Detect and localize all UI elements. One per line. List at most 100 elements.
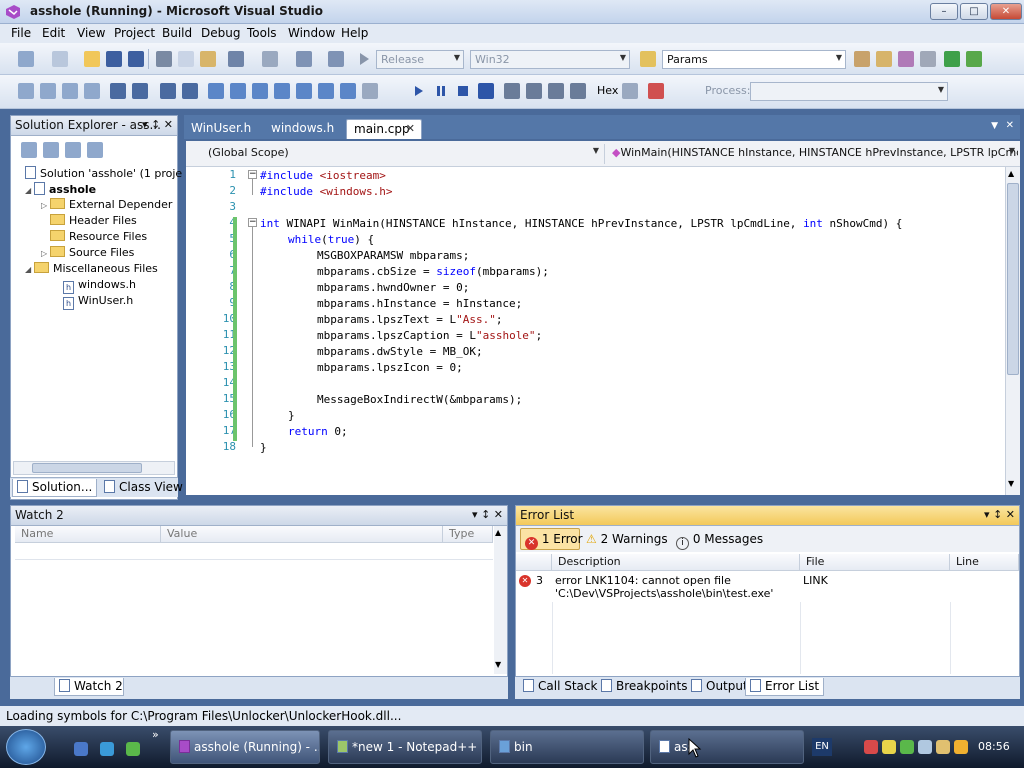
navigate-backward-icon[interactable]	[296, 51, 312, 67]
parameter-info-icon[interactable]	[62, 83, 78, 99]
taskbar-button-visual-studio[interactable]: asshole (Running) - ...	[170, 730, 320, 764]
member-dropdown[interactable]: ◆WinMain(HINSTANCE hInstance, HINSTANCE …	[608, 144, 1018, 163]
menu-view[interactable]: View	[77, 26, 105, 40]
new-project-icon[interactable]	[18, 51, 34, 67]
code-editor[interactable]: 123456789101112131415161718 − − #include…	[186, 167, 1020, 495]
tab-main-cpp[interactable]: main.cpp ✕	[346, 119, 422, 139]
uncomment-icon[interactable]	[182, 83, 198, 99]
tree-item-windows-h[interactable]: h windows.h	[63, 278, 136, 294]
taskbar-button-asshole[interactable]: ass	[650, 730, 804, 764]
column-header-name[interactable]: Name	[15, 526, 161, 543]
bookmark-next-folder-icon[interactable]	[318, 83, 334, 99]
messages-filter-button[interactable]: i 0 Messages	[676, 532, 763, 550]
menu-build[interactable]: Build	[162, 26, 192, 40]
panel-pin-close-controls[interactable]: ▾ ↕ ✕	[142, 118, 173, 131]
increase-indent-icon[interactable]	[132, 83, 148, 99]
start-debugging-icon[interactable]	[358, 52, 370, 66]
quick-launch-overflow-icon[interactable]: »	[152, 728, 159, 741]
taskbar-button-notepad[interactable]: *new 1 - Notepad++	[328, 730, 482, 764]
restart-icon[interactable]	[478, 83, 494, 99]
show-desktop-icon[interactable]	[74, 742, 88, 756]
step-over-icon[interactable]	[548, 83, 564, 99]
save-icon[interactable]	[106, 51, 122, 67]
comment-icon[interactable]	[160, 83, 176, 99]
properties-icon[interactable]	[876, 51, 892, 67]
outline-collapse-icon[interactable]: −	[248, 218, 257, 227]
tree-item-header-files[interactable]: Header Files	[50, 214, 137, 230]
scrollbar-thumb[interactable]	[1007, 183, 1019, 375]
tree-item-resource-files[interactable]: Resource Files	[50, 230, 147, 246]
open-file-icon[interactable]	[84, 51, 100, 67]
warnings-filter-button[interactable]: ⚠ 2 Warnings	[586, 532, 668, 546]
undo-icon[interactable]	[228, 51, 244, 67]
tray-app-icon[interactable]	[864, 740, 878, 754]
tab-output[interactable]: Output	[687, 678, 752, 696]
tab-solution-explorer[interactable]: Solution...	[12, 479, 98, 497]
menu-file[interactable]: File	[11, 26, 31, 40]
watch-scrollbar[interactable]: ▲ ▼	[494, 526, 507, 674]
column-header-file[interactable]: File	[800, 554, 950, 571]
bookmark-icon[interactable]	[208, 83, 224, 99]
start-button[interactable]	[6, 729, 46, 765]
menu-help[interactable]: Help	[341, 26, 368, 40]
start-page-icon[interactable]	[944, 51, 960, 67]
tab-error-list[interactable]: Error List	[745, 678, 825, 696]
tray-app-icon[interactable]	[954, 740, 968, 754]
outline-collapse-icon[interactable]: −	[248, 170, 257, 179]
class-diagram-icon[interactable]	[87, 142, 103, 158]
save-all-icon[interactable]	[128, 51, 144, 67]
expand-icon[interactable]: ▷	[41, 249, 50, 258]
step-into-icon[interactable]	[526, 83, 542, 99]
breakpoints-window-icon[interactable]	[648, 83, 664, 99]
hex-toggle-icon[interactable]	[622, 83, 638, 99]
next-bookmark-icon[interactable]	[252, 83, 268, 99]
previous-bookmark-icon[interactable]	[230, 83, 246, 99]
step-out-icon[interactable]	[570, 83, 586, 99]
watch-row[interactable]	[15, 543, 493, 560]
language-indicator[interactable]: EN	[812, 738, 832, 756]
menu-window[interactable]: Window	[288, 26, 335, 40]
column-header-type[interactable]: Type	[443, 526, 493, 543]
scroll-up-icon[interactable]: ▲	[495, 528, 501, 537]
tree-item-solution[interactable]: Solution 'asshole' (1 proje	[25, 166, 182, 182]
tree-item-misc-files[interactable]: ◢ Miscellaneous Files	[25, 262, 158, 278]
decrease-indent-icon[interactable]	[110, 83, 126, 99]
paste-icon[interactable]	[200, 51, 216, 67]
taskbar-button-bin[interactable]: bin	[490, 730, 644, 764]
bookmark-window-icon[interactable]	[362, 83, 378, 99]
scroll-up-icon[interactable]: ▲	[1008, 169, 1014, 178]
continue-icon[interactable]	[414, 85, 424, 97]
menu-debug[interactable]: Debug	[201, 26, 240, 40]
stop-debugging-icon[interactable]	[458, 86, 468, 96]
tree-item-external-dependencies[interactable]: ▷ External Depender	[41, 198, 172, 214]
scroll-down-icon[interactable]: ▼	[1008, 479, 1014, 488]
tray-app-icon[interactable]	[882, 740, 896, 754]
toolbox-icon[interactable]	[920, 51, 936, 67]
copy-icon[interactable]	[178, 51, 194, 67]
redo-icon[interactable]	[262, 51, 278, 67]
tab-winuser-h[interactable]: WinUser.h	[184, 119, 258, 139]
add-item-icon[interactable]	[52, 51, 68, 67]
quick-info-icon[interactable]	[40, 83, 56, 99]
column-header-line[interactable]: Line	[950, 554, 1019, 571]
object-browser-icon[interactable]	[898, 51, 914, 67]
tab-breakpoints[interactable]: Breakpoints	[597, 678, 691, 696]
tab-watch-2[interactable]: Watch 2	[54, 678, 124, 696]
quick-launch-icon[interactable]	[126, 742, 140, 756]
tab-call-stack[interactable]: Call Stack	[519, 678, 601, 696]
show-next-statement-icon[interactable]	[504, 83, 520, 99]
tree-item-source-files[interactable]: ▷ Source Files	[41, 246, 134, 262]
refresh-icon[interactable]	[65, 142, 81, 158]
find-in-files-icon[interactable]	[640, 51, 656, 67]
close-button[interactable]: ✕	[990, 3, 1022, 20]
scroll-down-icon[interactable]: ▼	[495, 660, 501, 669]
menu-tools[interactable]: Tools	[247, 26, 277, 40]
bookmark-folder-icon[interactable]	[274, 83, 290, 99]
tray-app-icon[interactable]	[918, 740, 932, 754]
column-header-value[interactable]: Value	[161, 526, 443, 543]
quick-launch-icon[interactable]	[100, 742, 114, 756]
solution-configuration-dropdown[interactable]: Release ▼	[376, 50, 464, 69]
navigate-forward-icon[interactable]	[328, 51, 344, 67]
menu-project[interactable]: Project	[114, 26, 155, 40]
maximize-button[interactable]: □	[960, 3, 988, 20]
